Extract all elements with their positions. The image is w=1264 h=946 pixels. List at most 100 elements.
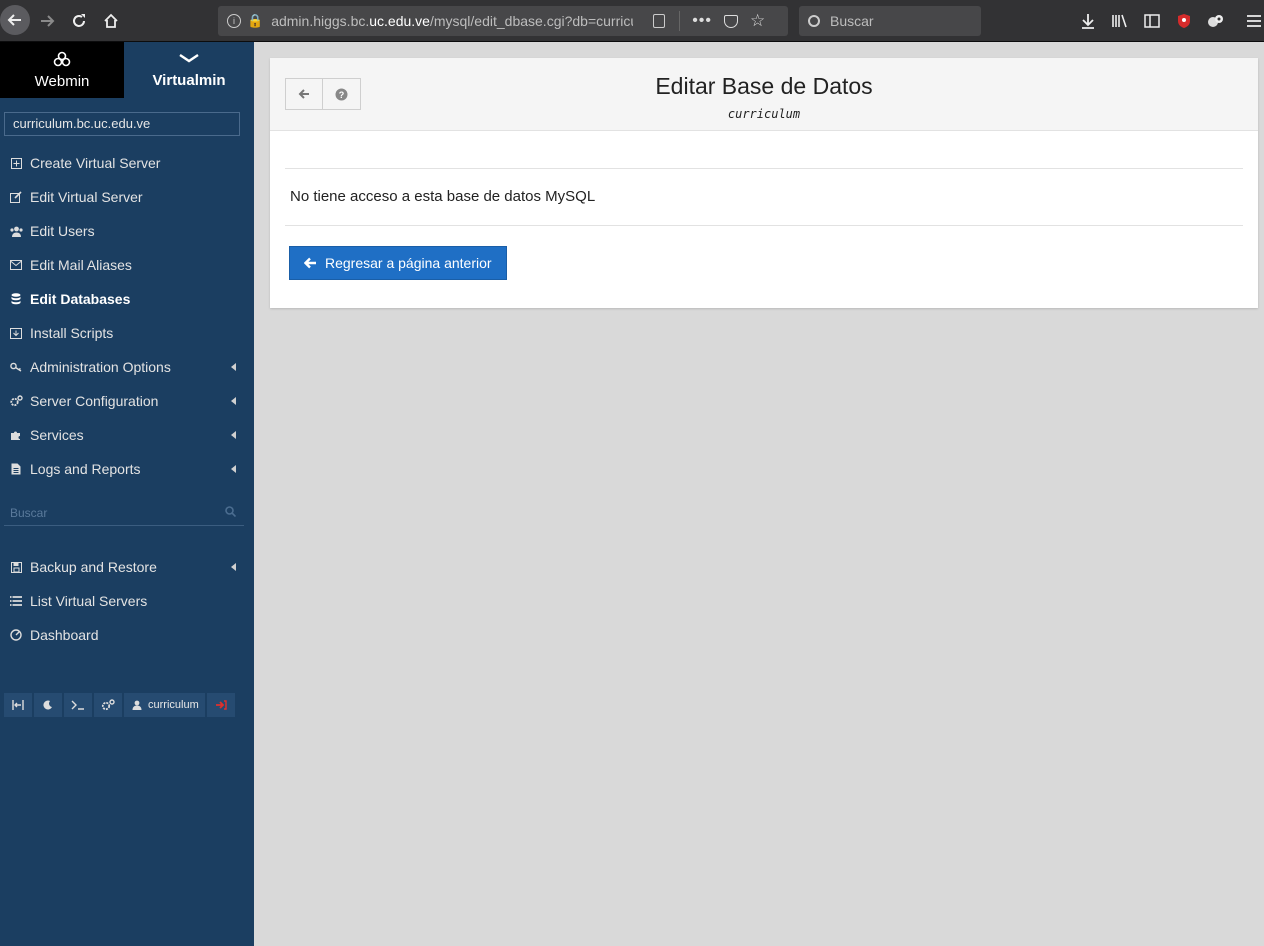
tab-webmin[interactable]: Webmin bbox=[0, 42, 124, 98]
search-icon[interactable] bbox=[225, 506, 237, 520]
sidebar-item-label: Edit Virtual Server bbox=[30, 189, 143, 205]
back-icon[interactable] bbox=[0, 5, 30, 35]
download-icon bbox=[9, 326, 23, 340]
more-icon[interactable]: ••• bbox=[692, 12, 712, 30]
plus-square-icon bbox=[9, 156, 23, 170]
sidebar-item-create-virtual-server[interactable]: Create Virtual Server bbox=[0, 146, 254, 180]
panel-header: ? Editar Base de Datos curriculum bbox=[270, 58, 1258, 131]
sidebar-item-label: Logs and Reports bbox=[30, 461, 141, 477]
logout-icon bbox=[215, 700, 227, 710]
sidebar-item-logs-and-reports[interactable]: Logs and Reports bbox=[0, 452, 254, 486]
logout-button[interactable] bbox=[206, 693, 235, 717]
expand-caret-icon bbox=[231, 465, 236, 473]
shield-extension-icon[interactable] bbox=[1174, 11, 1194, 31]
downloads-icon[interactable] bbox=[1078, 11, 1098, 31]
domain-select[interactable]: curriculum.bc.uc.edu.ve bbox=[4, 112, 240, 136]
key-icon bbox=[9, 360, 23, 374]
page-subtitle: curriculum bbox=[727, 107, 801, 121]
cogs-icon bbox=[9, 394, 23, 408]
expand-caret-icon bbox=[231, 397, 236, 405]
terminal-button[interactable] bbox=[64, 693, 92, 717]
sidebar-item-install-scripts[interactable]: Install Scripts bbox=[0, 316, 254, 350]
moon-icon bbox=[43, 700, 52, 710]
dashboard-icon bbox=[9, 628, 23, 642]
expand-caret-icon bbox=[231, 363, 236, 371]
edit-icon bbox=[9, 190, 23, 204]
sidebar-item-label: Dashboard bbox=[30, 627, 99, 643]
pocket-icon[interactable] bbox=[724, 14, 738, 28]
sidebar-item-server-configuration[interactable]: Server Configuration bbox=[0, 384, 254, 418]
list-icon bbox=[9, 594, 23, 608]
user-name: curriculum bbox=[148, 699, 199, 711]
sidebar-item-edit-virtual-server[interactable]: Edit Virtual Server bbox=[0, 180, 254, 214]
sidebar-item-services[interactable]: Services bbox=[0, 418, 254, 452]
sidebar-item-backup-and-restore[interactable]: Backup and Restore bbox=[0, 550, 254, 584]
arrow-left-icon bbox=[304, 257, 316, 269]
puzzle-icon bbox=[9, 428, 23, 442]
sidebar-item-label: List Virtual Servers bbox=[30, 593, 148, 609]
reload-icon[interactable] bbox=[64, 6, 94, 36]
sidebar-item-label: Edit Users bbox=[30, 223, 95, 239]
divider bbox=[285, 168, 1243, 169]
save-icon bbox=[9, 560, 23, 574]
tab-webmin-label: Webmin bbox=[34, 72, 90, 90]
sidebar-item-edit-databases[interactable]: Edit Databases bbox=[0, 282, 254, 316]
webmin-logo-icon bbox=[53, 51, 71, 66]
sidebar-item-label: Edit Databases bbox=[30, 291, 131, 307]
bookmark-star-icon[interactable]: ☆ bbox=[750, 11, 765, 31]
home-icon[interactable] bbox=[96, 6, 126, 36]
url-text[interactable]: admin.higgs.bc.uc.edu.ve/mysql/edit_dbas… bbox=[271, 13, 633, 29]
return-button-label: Regresar a página anterior bbox=[325, 255, 492, 271]
search-icon bbox=[808, 15, 820, 27]
extension-icon[interactable] bbox=[1206, 11, 1226, 31]
forward-icon[interactable] bbox=[32, 6, 62, 36]
sidebar-search-placeholder: Buscar bbox=[10, 505, 48, 520]
sidebar-item-edit-mail-aliases[interactable]: Edit Mail Aliases bbox=[0, 248, 254, 282]
collapse-icon bbox=[12, 700, 24, 710]
url-bar[interactable]: i 🔒 admin.higgs.bc.uc.edu.ve/mysql/edit_… bbox=[218, 6, 788, 36]
sidebar-bottom-toolbar: curriculum bbox=[4, 693, 235, 717]
cogs-icon bbox=[101, 699, 115, 711]
user-icon bbox=[132, 700, 142, 710]
search-placeholder: Buscar bbox=[830, 13, 874, 29]
browser-toolbar: i 🔒 admin.higgs.bc.uc.edu.ve/mysql/edit_… bbox=[0, 0, 1264, 42]
collapse-sidebar-button[interactable] bbox=[4, 693, 32, 717]
sidebar-item-label: Install Scripts bbox=[30, 325, 114, 341]
sidebar-item-label: Server Configuration bbox=[30, 393, 159, 409]
night-mode-button[interactable] bbox=[34, 693, 62, 717]
sidebar-item-label: Services bbox=[30, 427, 84, 443]
sidebar-item-administration-options[interactable]: Administration Options bbox=[0, 350, 254, 384]
content-panel: ? Editar Base de Datos curriculum No tie… bbox=[270, 58, 1258, 308]
tab-virtualmin-label: Virtualmin bbox=[152, 71, 226, 89]
divider bbox=[285, 225, 1243, 226]
insecure-lock-icon[interactable]: 🔒 bbox=[247, 13, 263, 29]
sidebar-item-edit-users[interactable]: Edit Users bbox=[0, 214, 254, 248]
error-message: No tiene acceso a esta base de datos MyS… bbox=[290, 188, 596, 205]
info-icon[interactable]: i bbox=[227, 14, 241, 28]
search-bar[interactable]: Buscar bbox=[799, 6, 981, 36]
expand-caret-icon bbox=[231, 563, 236, 571]
sidebar-toggle-icon[interactable] bbox=[1142, 11, 1162, 31]
sidebar-item-dashboard[interactable]: Dashboard bbox=[0, 618, 254, 652]
sidebar-search-input[interactable]: Buscar bbox=[4, 500, 244, 526]
sidebar-item-list-virtual-servers[interactable]: List Virtual Servers bbox=[0, 584, 254, 618]
page-title: Editar Base de Datos bbox=[655, 73, 873, 99]
menu-icon[interactable] bbox=[1244, 11, 1264, 31]
user-button[interactable]: curriculum bbox=[124, 693, 205, 717]
database-icon bbox=[9, 292, 23, 306]
reader-view-icon[interactable] bbox=[653, 14, 666, 28]
library-icon[interactable] bbox=[1110, 11, 1130, 31]
file-icon bbox=[9, 462, 23, 476]
virtualmin-logo-icon bbox=[179, 53, 199, 62]
envelope-icon bbox=[9, 258, 23, 272]
sidebar-item-label: Create Virtual Server bbox=[30, 155, 161, 171]
terminal-icon bbox=[71, 700, 84, 710]
settings-button[interactable] bbox=[94, 693, 122, 717]
sidebar: Webmin Virtualmin curriculum.bc.uc.edu.v… bbox=[0, 42, 254, 946]
return-button[interactable]: Regresar a página anterior bbox=[289, 246, 507, 280]
sidebar-item-label: Administration Options bbox=[30, 359, 171, 375]
tab-virtualmin[interactable]: Virtualmin bbox=[124, 42, 254, 98]
sidebar-item-label: Backup and Restore bbox=[30, 559, 157, 575]
expand-caret-icon bbox=[231, 431, 236, 439]
users-icon bbox=[9, 224, 23, 238]
